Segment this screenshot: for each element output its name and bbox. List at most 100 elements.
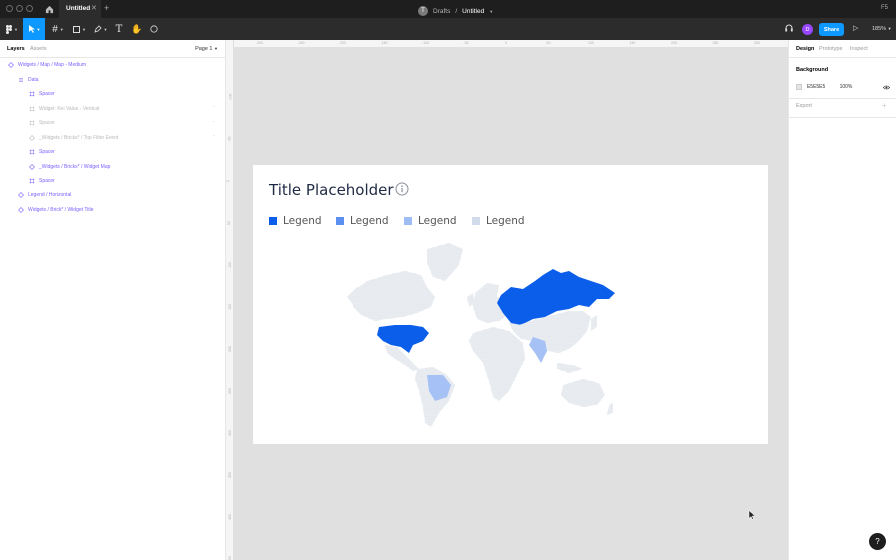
tab-inspect[interactable]: Inspect bbox=[850, 46, 868, 52]
ruler-tick-label: -200 bbox=[339, 41, 347, 45]
layer-visibility-icon[interactable]: ᵕ bbox=[213, 119, 215, 125]
tab-design[interactable]: Design bbox=[796, 46, 814, 52]
move-tool-button[interactable]: ▼ bbox=[23, 18, 45, 40]
user-avatar[interactable]: D bbox=[802, 24, 813, 35]
layer-item[interactable]: _Widgets / Bricks* / Top Filter Event bbox=[29, 132, 118, 144]
layer-item[interactable]: Data bbox=[18, 74, 39, 86]
layer-item[interactable]: Spacer bbox=[29, 146, 55, 158]
window-close-button[interactable] bbox=[6, 5, 13, 12]
info-icon[interactable] bbox=[395, 182, 409, 196]
layer-item[interactable]: Spacer bbox=[29, 117, 55, 129]
layer-label: Spacer bbox=[39, 149, 55, 155]
text-tool-button[interactable]: T bbox=[112, 18, 126, 40]
comment-tool-button[interactable] bbox=[147, 18, 161, 40]
layer-label: Widget: Kei Value - Vertical bbox=[39, 106, 100, 112]
main-menu-button[interactable]: ▼ bbox=[2, 18, 22, 40]
layers-panel: Layers Assets Page 1 ▼ Widgets / Map / M… bbox=[0, 40, 226, 560]
ruler-tick-label: 300 bbox=[754, 41, 760, 45]
present-play-icon[interactable]: ▷ bbox=[853, 24, 858, 32]
layer-item[interactable]: Widgets / Map / Map - Medium bbox=[8, 59, 86, 71]
layer-item[interactable]: Spacer bbox=[29, 88, 55, 100]
layer-item[interactable]: Widgets / Brick* / Widget Title bbox=[18, 204, 94, 216]
window-maximize-button[interactable] bbox=[26, 5, 33, 12]
layer-label: Data bbox=[28, 77, 39, 83]
zoom-level[interactable]: 185% ▼ bbox=[872, 26, 892, 32]
legend-label: Legend bbox=[283, 215, 322, 227]
background-fill-row[interactable]: E5E5E5 100% bbox=[796, 82, 890, 92]
pen-tool-button[interactable]: ▼ bbox=[90, 18, 111, 40]
hand-tool-button[interactable]: ✋ bbox=[130, 18, 144, 40]
component-icon bbox=[8, 62, 14, 68]
layer-item[interactable]: Widget: Kei Value - Vertical bbox=[29, 103, 99, 115]
home-icon[interactable] bbox=[40, 0, 58, 18]
ruler-tick-label: -50 bbox=[227, 136, 232, 142]
eye-icon[interactable] bbox=[883, 85, 890, 90]
ruler-tick-label: 100 bbox=[227, 262, 232, 268]
legend-item: Legend bbox=[404, 215, 457, 227]
location-label[interactable]: Drafts bbox=[433, 8, 450, 15]
region-australia bbox=[561, 379, 605, 407]
frame-icon bbox=[29, 178, 35, 184]
layer-label: _Widgets / Bricks* / Top Filter Event bbox=[39, 135, 119, 141]
background-hex[interactable]: E5E5E5 bbox=[807, 84, 840, 90]
layer-item[interactable]: Spacer bbox=[29, 175, 55, 187]
canvas[interactable]: -300 -250 -200 -150 -100 -50 0 50 100 150 200 250 30… bbox=[226, 40, 788, 560]
tab-layers[interactable]: Layers bbox=[7, 46, 25, 52]
new-tab-icon[interactable]: + bbox=[104, 3, 109, 13]
background-opacity[interactable]: 100% bbox=[840, 84, 884, 90]
ruler-tick-label: 250 bbox=[227, 388, 232, 394]
right-panel-tabs: Design Prototype Inspect bbox=[789, 40, 896, 58]
export-section-title: Export bbox=[796, 103, 812, 109]
chevron-down-icon: ▼ bbox=[103, 26, 108, 32]
region-usa bbox=[377, 325, 429, 353]
component-icon bbox=[29, 135, 35, 141]
tab-assets[interactable]: Assets bbox=[30, 46, 47, 52]
layer-label: Spacer bbox=[39, 178, 55, 184]
layer-visibility-icon[interactable]: ᵕ bbox=[213, 133, 215, 139]
component-icon bbox=[29, 164, 35, 170]
share-button[interactable]: Share bbox=[819, 23, 844, 36]
chevron-down-icon[interactable]: ▼ bbox=[489, 9, 493, 14]
layer-visibility-icon[interactable]: ᵕ bbox=[213, 104, 215, 110]
help-button[interactable]: ? bbox=[869, 533, 886, 550]
ruler-tick-label: 0 bbox=[505, 41, 507, 45]
left-panel-tabs: Layers Assets Page 1 ▼ bbox=[0, 40, 226, 58]
frame-icon: # bbox=[52, 23, 58, 35]
ruler-tick-label: -300 bbox=[256, 41, 264, 45]
shape-tool-button[interactable]: ▼ bbox=[69, 18, 90, 40]
pen-icon bbox=[93, 25, 102, 33]
ruler-tick-label: 150 bbox=[227, 304, 232, 310]
rectangle-icon bbox=[73, 25, 81, 33]
ruler-vertical: -100 -50 0 50 100 150 200 250 300 350 400 450 bbox=[226, 40, 234, 560]
region-indonesia bbox=[557, 363, 583, 373]
background-section-title: Background bbox=[796, 67, 829, 73]
page-selector[interactable]: Page 1 ▼ bbox=[195, 46, 218, 52]
file-name[interactable]: Untitled bbox=[462, 8, 484, 15]
text-icon: T bbox=[115, 23, 123, 35]
tab-prototype[interactable]: Prototype bbox=[819, 46, 843, 52]
map-widget-frame[interactable]: Title Placeholder Legend Legend Legend L… bbox=[253, 165, 768, 444]
ruler-tick-label: 0 bbox=[226, 180, 230, 182]
ruler-tick-label: 150 bbox=[629, 41, 636, 45]
frame-tool-button[interactable]: # ▼ bbox=[47, 18, 69, 40]
chevron-down-icon: ▼ bbox=[59, 26, 64, 32]
mouse-cursor-icon bbox=[748, 510, 756, 520]
audio-call-icon[interactable] bbox=[784, 23, 794, 35]
chevron-down-icon: ▼ bbox=[887, 26, 892, 31]
background-swatch[interactable] bbox=[796, 84, 802, 90]
legend-swatch bbox=[404, 217, 412, 225]
window-minimize-button[interactable] bbox=[16, 5, 23, 12]
layer-item[interactable]: _Widgets / Bricks* / Widget Map bbox=[29, 161, 110, 173]
add-export-icon[interactable]: + bbox=[882, 101, 887, 110]
layer-label: Widgets / Map / Map - Medium bbox=[18, 62, 87, 68]
region-africa bbox=[469, 327, 525, 401]
ruler-tick-label: 50 bbox=[226, 221, 231, 225]
close-tab-icon[interactable]: ✕ bbox=[91, 4, 97, 12]
layer-item[interactable]: Legend / Horizontal bbox=[18, 189, 71, 201]
region-new-zealand bbox=[607, 403, 613, 415]
panel-divider bbox=[789, 98, 896, 99]
file-location[interactable]: T Drafts / Untitled ▼ bbox=[418, 5, 493, 17]
region-mexico bbox=[385, 345, 419, 371]
widget-title: Title Placeholder bbox=[269, 181, 394, 199]
chevron-down-icon: ▼ bbox=[14, 26, 18, 32]
